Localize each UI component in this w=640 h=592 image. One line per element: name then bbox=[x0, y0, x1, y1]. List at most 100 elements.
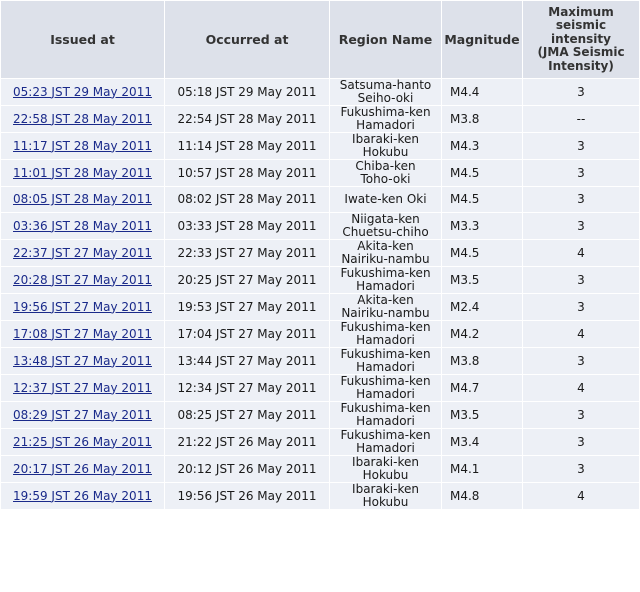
region-name-cell: Fukushima-ken Hamadori bbox=[330, 429, 441, 455]
issued-at-link[interactable]: 03:36 JST 28 May 2011 bbox=[13, 219, 152, 233]
table-body: 05:23 JST 29 May 2011 05:18 JST 29 May 20… bbox=[1, 79, 639, 509]
region-name-cell: Chiba-ken Toho-oki bbox=[330, 160, 441, 186]
issued-at-link[interactable]: 20:17 JST 26 May 2011 bbox=[13, 462, 152, 476]
issued-at-cell: 22:37 JST 27 May 2011 bbox=[1, 240, 164, 266]
issued-at-link[interactable]: 22:58 JST 28 May 2011 bbox=[13, 112, 152, 126]
region-name-cell: Ibaraki-ken Hokubu bbox=[330, 133, 441, 159]
region-name-cell: Ibaraki-ken Hokubu bbox=[330, 456, 441, 482]
occurred-at-cell: 10:57 JST 28 May 2011 bbox=[165, 160, 329, 186]
magnitude-cell: M3.5 bbox=[442, 267, 522, 293]
header-region-name: Region Name bbox=[330, 1, 441, 78]
magnitude-cell: M4.5 bbox=[442, 160, 522, 186]
issued-at-cell: 08:29 JST 27 May 2011 bbox=[1, 402, 164, 428]
occurred-at-cell: 20:25 JST 27 May 2011 bbox=[165, 267, 329, 293]
max-intensity-cell: 4 bbox=[523, 321, 639, 347]
max-intensity-cell: 4 bbox=[523, 375, 639, 401]
table-row: 11:01 JST 28 May 2011 10:57 JST 28 May 20… bbox=[1, 160, 639, 186]
magnitude-cell: M4.8 bbox=[442, 483, 522, 509]
header-row: Issued at Occurred at Region Name Magnit… bbox=[1, 1, 639, 78]
occurred-at-cell: 03:33 JST 28 May 2011 bbox=[165, 213, 329, 239]
table-row: 13:48 JST 27 May 2011 13:44 JST 27 May 20… bbox=[1, 348, 639, 374]
issued-at-link[interactable]: 12:37 JST 27 May 2011 bbox=[13, 381, 152, 395]
max-intensity-cell: 3 bbox=[523, 294, 639, 320]
issued-at-link[interactable]: 22:37 JST 27 May 2011 bbox=[13, 246, 152, 260]
magnitude-cell: M3.8 bbox=[442, 106, 522, 132]
occurred-at-cell: 13:44 JST 27 May 2011 bbox=[165, 348, 329, 374]
magnitude-cell: M4.4 bbox=[442, 79, 522, 105]
region-name-cell: Fukushima-ken Hamadori bbox=[330, 106, 441, 132]
magnitude-cell: M4.2 bbox=[442, 321, 522, 347]
issued-at-link[interactable]: 19:56 JST 27 May 2011 bbox=[13, 300, 152, 314]
issued-at-link[interactable]: 21:25 JST 26 May 2011 bbox=[13, 435, 152, 449]
magnitude-cell: M4.3 bbox=[442, 133, 522, 159]
magnitude-cell: M3.3 bbox=[442, 213, 522, 239]
max-intensity-cell: 3 bbox=[523, 213, 639, 239]
header-issued-at: Issued at bbox=[1, 1, 164, 78]
max-intensity-cell: 3 bbox=[523, 267, 639, 293]
occurred-at-cell: 20:12 JST 26 May 2011 bbox=[165, 456, 329, 482]
issued-at-link[interactable]: 05:23 JST 29 May 2011 bbox=[13, 85, 152, 99]
table-row: 05:23 JST 29 May 2011 05:18 JST 29 May 20… bbox=[1, 79, 639, 105]
table-row: 12:37 JST 27 May 2011 12:34 JST 27 May 20… bbox=[1, 375, 639, 401]
magnitude-cell: M4.5 bbox=[442, 240, 522, 266]
region-name-cell: Satsuma-hanto Seiho-oki bbox=[330, 79, 441, 105]
issued-at-link[interactable]: 13:48 JST 27 May 2011 bbox=[13, 354, 152, 368]
issued-at-cell: 20:17 JST 26 May 2011 bbox=[1, 456, 164, 482]
occurred-at-cell: 19:53 JST 27 May 2011 bbox=[165, 294, 329, 320]
region-name-cell: Fukushima-ken Hamadori bbox=[330, 321, 441, 347]
magnitude-cell: M2.4 bbox=[442, 294, 522, 320]
max-intensity-cell: 4 bbox=[523, 483, 639, 509]
table-row: 19:59 JST 26 May 2011 19:56 JST 26 May 20… bbox=[1, 483, 639, 509]
issued-at-link[interactable]: 11:17 JST 28 May 2011 bbox=[13, 139, 152, 153]
issued-at-cell: 11:17 JST 28 May 2011 bbox=[1, 133, 164, 159]
max-intensity-cell: 3 bbox=[523, 348, 639, 374]
issued-at-cell: 03:36 JST 28 May 2011 bbox=[1, 213, 164, 239]
header-max-intensity: Maximum seismic intensity (JMA Seismic I… bbox=[523, 1, 639, 78]
issued-at-link[interactable]: 17:08 JST 27 May 2011 bbox=[13, 327, 152, 341]
occurred-at-cell: 17:04 JST 27 May 2011 bbox=[165, 321, 329, 347]
occurred-at-cell: 05:18 JST 29 May 2011 bbox=[165, 79, 329, 105]
table-row: 08:05 JST 28 May 2011 08:02 JST 28 May 20… bbox=[1, 187, 639, 212]
issued-at-cell: 19:59 JST 26 May 2011 bbox=[1, 483, 164, 509]
table-row: 03:36 JST 28 May 2011 03:33 JST 28 May 20… bbox=[1, 213, 639, 239]
magnitude-cell: M3.5 bbox=[442, 402, 522, 428]
issued-at-link[interactable]: 11:01 JST 28 May 2011 bbox=[13, 166, 152, 180]
issued-at-link[interactable]: 08:05 JST 28 May 2011 bbox=[13, 192, 152, 206]
header-magnitude: Magnitude bbox=[442, 1, 522, 78]
table-row: 19:56 JST 27 May 2011 19:53 JST 27 May 20… bbox=[1, 294, 639, 320]
occurred-at-cell: 08:25 JST 27 May 2011 bbox=[165, 402, 329, 428]
region-name-cell: Fukushima-ken Hamadori bbox=[330, 348, 441, 374]
table-row: 11:17 JST 28 May 2011 11:14 JST 28 May 20… bbox=[1, 133, 639, 159]
region-name-cell: Iwate-ken Oki bbox=[330, 187, 441, 212]
issued-at-cell: 11:01 JST 28 May 2011 bbox=[1, 160, 164, 186]
issued-at-cell: 22:58 JST 28 May 2011 bbox=[1, 106, 164, 132]
max-intensity-cell: 4 bbox=[523, 240, 639, 266]
occurred-at-cell: 22:54 JST 28 May 2011 bbox=[165, 106, 329, 132]
header-occurred-at: Occurred at bbox=[165, 1, 329, 78]
max-intensity-cell: 3 bbox=[523, 160, 639, 186]
magnitude-cell: M4.5 bbox=[442, 187, 522, 212]
earthquake-info-table: Issued at Occurred at Region Name Magnit… bbox=[0, 0, 640, 510]
issued-at-cell: 12:37 JST 27 May 2011 bbox=[1, 375, 164, 401]
region-name-cell: Ibaraki-ken Hokubu bbox=[330, 483, 441, 509]
issued-at-cell: 19:56 JST 27 May 2011 bbox=[1, 294, 164, 320]
occurred-at-cell: 22:33 JST 27 May 2011 bbox=[165, 240, 329, 266]
region-name-cell: Fukushima-ken Hamadori bbox=[330, 267, 441, 293]
occurred-at-cell: 08:02 JST 28 May 2011 bbox=[165, 187, 329, 212]
issued-at-link[interactable]: 19:59 JST 26 May 2011 bbox=[13, 489, 152, 503]
region-name-cell: Fukushima-ken Hamadori bbox=[330, 375, 441, 401]
issued-at-link[interactable]: 20:28 JST 27 May 2011 bbox=[13, 273, 152, 287]
table-row: 22:37 JST 27 May 2011 22:33 JST 27 May 20… bbox=[1, 240, 639, 266]
max-intensity-cell: 3 bbox=[523, 133, 639, 159]
table-row: 21:25 JST 26 May 2011 21:22 JST 26 May 20… bbox=[1, 429, 639, 455]
magnitude-cell: M3.8 bbox=[442, 348, 522, 374]
max-intensity-cell: 3 bbox=[523, 429, 639, 455]
max-intensity-cell: 3 bbox=[523, 456, 639, 482]
magnitude-cell: M4.7 bbox=[442, 375, 522, 401]
issued-at-cell: 20:28 JST 27 May 2011 bbox=[1, 267, 164, 293]
region-name-cell: Akita-ken Nairiku-nambu bbox=[330, 294, 441, 320]
region-name-cell: Fukushima-ken Hamadori bbox=[330, 402, 441, 428]
max-intensity-cell: 3 bbox=[523, 79, 639, 105]
issued-at-link[interactable]: 08:29 JST 27 May 2011 bbox=[13, 408, 152, 422]
max-intensity-cell: 3 bbox=[523, 187, 639, 212]
